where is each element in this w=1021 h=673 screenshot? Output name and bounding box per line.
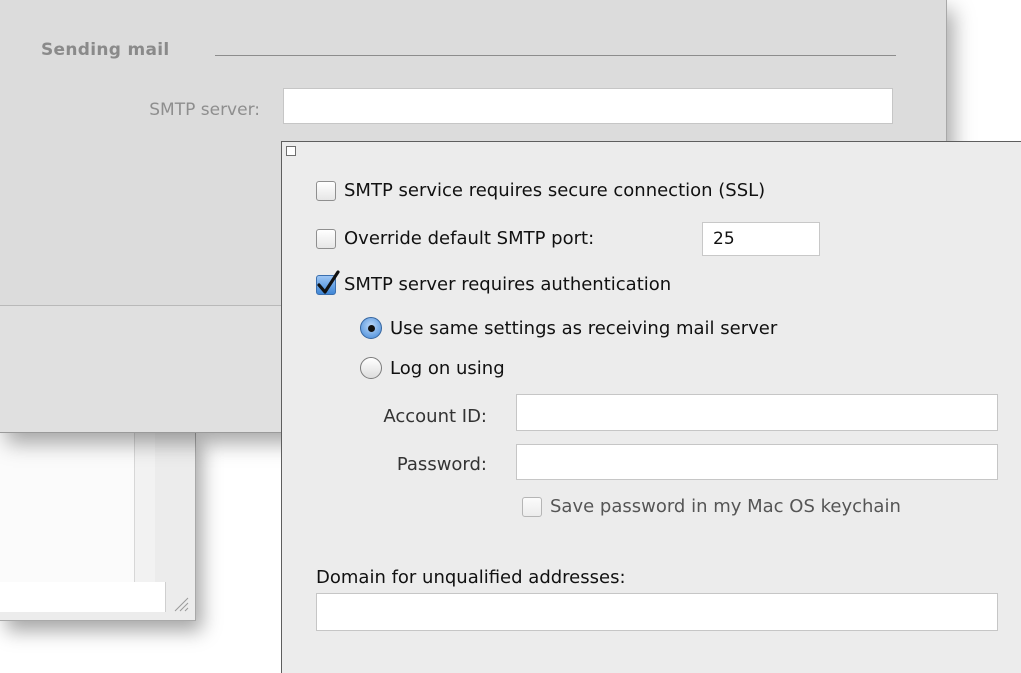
override-port-label: Override default SMTP port: bbox=[344, 228, 595, 249]
section-divider bbox=[215, 55, 896, 56]
log-on-using-radio[interactable] bbox=[360, 357, 382, 379]
checkmark-icon bbox=[317, 269, 340, 294]
log-on-using-label: Log on using bbox=[390, 357, 505, 379]
password-label: Password: bbox=[396, 454, 487, 475]
override-port-checkbox[interactable] bbox=[316, 228, 336, 249]
keychain-checkbox[interactable] bbox=[522, 496, 542, 517]
sending-mail-heading: Sending mail bbox=[41, 40, 170, 60]
domain-input[interactable] bbox=[316, 593, 998, 631]
account-id-input[interactable] bbox=[516, 394, 998, 431]
domain-label: Domain for unqualified addresses: bbox=[316, 567, 626, 588]
keychain-checkbox-label: Save password in my Mac OS keychain bbox=[550, 496, 901, 517]
resize-grip-icon[interactable] bbox=[171, 594, 189, 612]
ssl-checkbox-label: SMTP service requires secure connection … bbox=[344, 180, 766, 201]
ssl-checkbox[interactable] bbox=[316, 180, 336, 201]
scrollbar-track[interactable] bbox=[134, 432, 155, 582]
keychain-checkbox-row[interactable]: Save password in my Mac OS keychain bbox=[522, 496, 901, 517]
screen: Sending mail SMTP server: SMTP service r… bbox=[0, 0, 1021, 673]
smtp-server-input[interactable] bbox=[283, 88, 893, 124]
account-id-label: Account ID: bbox=[383, 406, 487, 427]
smtp-server-label: SMTP server: bbox=[149, 100, 260, 120]
list-pane[interactable] bbox=[0, 432, 145, 583]
auth-checkbox-row[interactable]: SMTP server requires authentication bbox=[316, 269, 672, 295]
auth-option-log-on[interactable]: Log on using bbox=[360, 357, 505, 379]
auth-option-same-settings[interactable]: Use same settings as receiving mail serv… bbox=[360, 317, 777, 339]
smtp-options-sheet: SMTP service requires secure connection … bbox=[281, 141, 1021, 673]
override-port-row[interactable]: Override default SMTP port: bbox=[316, 228, 594, 249]
smtp-port-input[interactable]: 25 bbox=[702, 222, 820, 256]
auth-checkbox[interactable] bbox=[316, 269, 340, 295]
same-settings-label: Use same settings as receiving mail serv… bbox=[390, 317, 778, 339]
auth-checkbox-label: SMTP server requires authentication bbox=[344, 274, 672, 295]
password-input[interactable] bbox=[516, 444, 998, 480]
same-settings-radio[interactable] bbox=[360, 317, 382, 339]
background-window-lower bbox=[0, 432, 196, 621]
close-box-icon[interactable] bbox=[286, 146, 296, 156]
ssl-checkbox-row[interactable]: SMTP service requires secure connection … bbox=[316, 180, 765, 201]
list-pane-footer bbox=[0, 582, 166, 612]
